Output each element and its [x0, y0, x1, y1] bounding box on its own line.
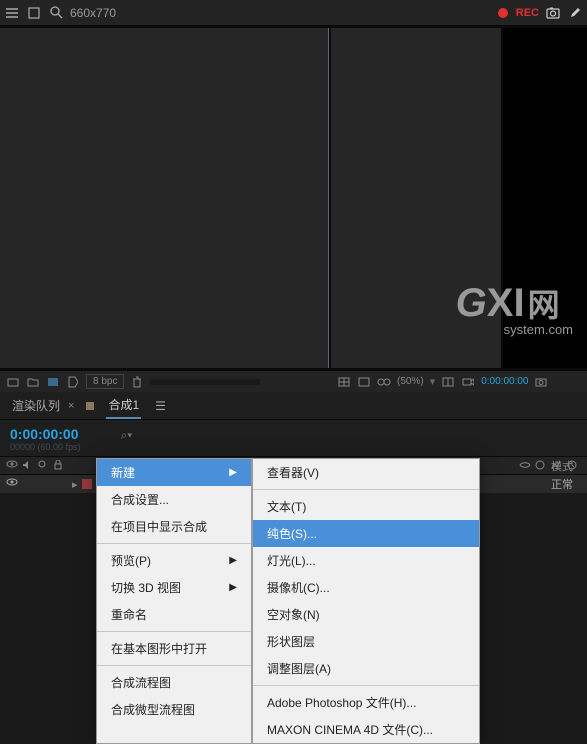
menu-c4d[interactable]: MAXON CINEMA 4D 文件(C)... [253, 716, 479, 743]
tab-menu[interactable]: ☰ [153, 395, 168, 417]
menu-camera[interactable]: 摄像机(C)... [253, 574, 479, 601]
grid-icon[interactable] [337, 375, 351, 389]
menu-new-label: 新建 [111, 464, 135, 481]
graph-icon[interactable] [551, 460, 563, 472]
pencil-icon[interactable] [567, 5, 583, 21]
shy-icon[interactable] [519, 460, 531, 472]
menu-preview[interactable]: 预览(P) ▶ [97, 547, 251, 574]
viewer-footer: 8 bpc (50%) ▾ 0:00:00:00 [0, 370, 587, 392]
project-panel[interactable] [0, 28, 329, 368]
eye-icon[interactable] [6, 460, 18, 472]
menu-new[interactable]: 新建 ▶ [97, 459, 251, 486]
submenu-arrow-icon: ▶ [229, 582, 237, 593]
lock-icon[interactable] [54, 460, 66, 472]
record-label: REC [516, 7, 539, 19]
window-icon[interactable] [26, 5, 42, 21]
menu-switch-3d[interactable]: 切换 3D 视图 ▶ [97, 574, 251, 601]
menu-mini-flowchart[interactable]: 合成微型流程图 [97, 696, 251, 723]
snapshot-small-icon[interactable] [534, 375, 548, 389]
bin-icon[interactable] [6, 375, 20, 389]
menu-viewer[interactable]: 查看器(V) [253, 459, 479, 486]
context-menu-main: 新建 ▶ 合成设置... 在项目中显示合成 预览(P) ▶ 切换 3D 视图 ▶ 重命… [96, 458, 252, 744]
solo-icon[interactable] [38, 460, 50, 472]
trash-icon[interactable] [130, 375, 144, 389]
timeline-switch-icons [519, 460, 579, 472]
zoom-level[interactable]: (50%) [397, 376, 424, 387]
switch-icon[interactable] [567, 460, 579, 472]
timeline-tabbar: 渲染队列 × 合成1 ☰ [0, 392, 587, 420]
menu-light[interactable]: 灯光(L)... [253, 547, 479, 574]
menu-photoshop[interactable]: Adobe Photoshop 文件(H)... [253, 689, 479, 716]
tag-icon[interactable] [66, 375, 80, 389]
tab-comp1[interactable]: 合成1 [106, 392, 141, 419]
context-menus: 新建 ▶ 合成设置... 在项目中显示合成 预览(P) ▶ 切换 3D 视图 ▶ 重命… [96, 458, 480, 744]
menu-separator [97, 543, 251, 544]
timeline-header: 0:00:00:00 00000 (60.00 fps) [0, 420, 587, 457]
menu-flowchart[interactable]: 合成流程图 [97, 669, 251, 696]
composition-viewer[interactable] [331, 28, 587, 368]
comp-indicator-icon [86, 402, 94, 410]
frame-info: 00000 (60.00 fps) [10, 442, 81, 452]
menu-open-essential[interactable]: 在基本图形中打开 [97, 635, 251, 662]
menu-separator [253, 489, 479, 490]
glasses-icon[interactable] [377, 375, 391, 389]
menu-text[interactable]: 文本(T) [253, 493, 479, 520]
zoom-slider[interactable] [150, 379, 260, 385]
menu-adjustment[interactable]: 调整图层(A) [253, 655, 479, 682]
search-icon[interactable] [48, 5, 64, 21]
layout-icon[interactable] [441, 375, 455, 389]
menu-reveal-in-project[interactable]: 在项目中显示合成 [97, 513, 251, 540]
hamburger-icon[interactable] [4, 5, 20, 21]
top-toolbar: 660x770 REC [0, 0, 587, 26]
menu-separator [253, 685, 479, 686]
snapshot-icon[interactable] [545, 5, 561, 21]
viewer-timecode[interactable]: 0:00:00:00 [481, 376, 528, 387]
timeline-search-input[interactable] [121, 428, 221, 442]
menu-comp-settings[interactable]: 合成设置... [97, 486, 251, 513]
menu-separator [97, 631, 251, 632]
canvas-dimensions: 660x770 [70, 6, 116, 20]
comp-icon[interactable] [46, 375, 60, 389]
menu-shape[interactable]: 形状图层 [253, 628, 479, 655]
bit-depth[interactable]: 8 bpc [86, 374, 124, 389]
submenu-arrow-icon: ▶ [229, 555, 237, 566]
tab-render-queue[interactable]: 渲染队列 [10, 393, 62, 418]
viewer-area: GXI 网 system.com [0, 26, 587, 370]
submenu-arrow-icon: ▶ [229, 467, 237, 478]
menu-switch-3d-label: 切换 3D 视图 [111, 579, 181, 596]
menu-solid[interactable]: 纯色(S)... [253, 520, 479, 547]
visibility-toggle[interactable] [6, 478, 18, 490]
current-time[interactable]: 0:00:00:00 [10, 426, 81, 442]
audio-icon[interactable] [22, 460, 34, 472]
blend-mode[interactable]: 正常 [551, 476, 573, 492]
menu-preview-label: 预览(P) [111, 552, 151, 569]
mask-icon[interactable] [357, 375, 371, 389]
motion-blur-icon[interactable] [535, 460, 547, 472]
camera-view-icon[interactable] [461, 375, 475, 389]
menu-rename[interactable]: 重命名 [97, 601, 251, 628]
menu-separator [97, 665, 251, 666]
folder-icon[interactable] [26, 375, 40, 389]
menu-null[interactable]: 空对象(N) [253, 601, 479, 628]
layer-color-swatch[interactable] [82, 479, 92, 489]
tab-close-icon[interactable]: × [68, 400, 74, 412]
record-indicator-icon [498, 8, 508, 18]
context-submenu-new: 查看器(V) 文本(T) 纯色(S)... 灯光(L)... 摄像机(C)...… [252, 458, 480, 744]
